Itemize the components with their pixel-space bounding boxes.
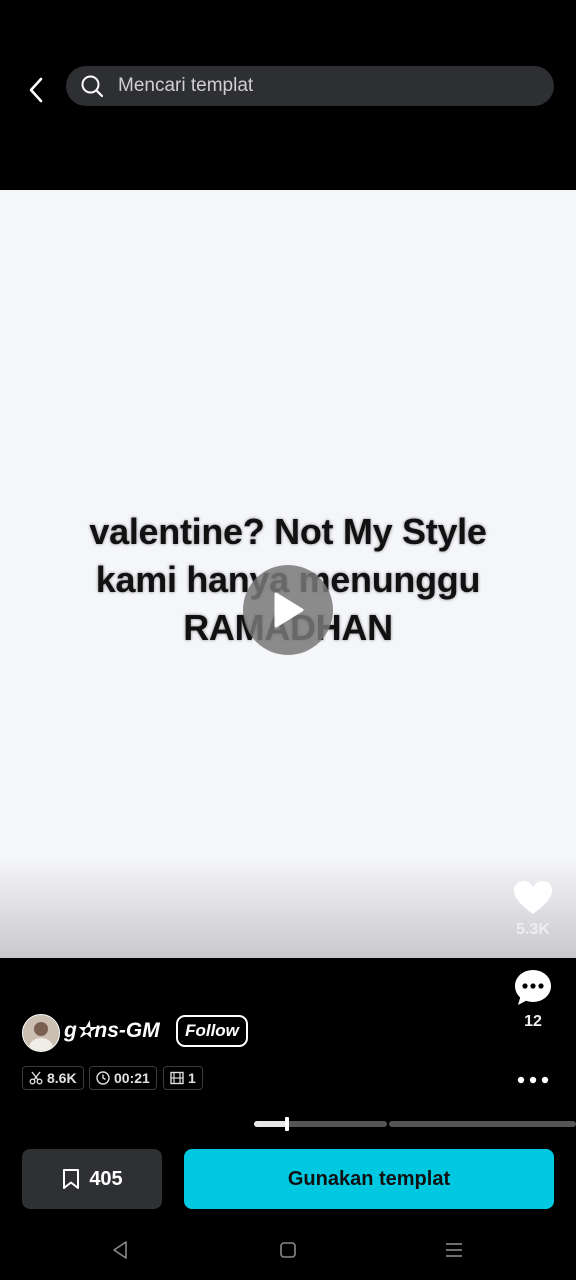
more-button[interactable] xyxy=(503,1068,563,1092)
author-name[interactable]: g✫ns-GM xyxy=(64,1018,160,1043)
follow-button[interactable]: Follow xyxy=(176,1015,248,1047)
progress-segment xyxy=(389,1121,576,1127)
nav-menu-icon xyxy=(446,1243,462,1257)
heart-icon xyxy=(514,881,552,914)
clips-count: 1 xyxy=(188,1070,196,1086)
video-preview[interactable]: valentine? Not My Style kami hanya menun… xyxy=(0,190,576,958)
progress-fill xyxy=(254,1121,287,1127)
uses-badge: 8.6K xyxy=(22,1066,84,1090)
clips-badge: 1 xyxy=(163,1066,203,1090)
back-icon xyxy=(29,77,43,103)
search-icon xyxy=(80,74,104,98)
save-button[interactable]: 405 xyxy=(22,1149,162,1209)
bookmark-icon xyxy=(63,1169,80,1189)
duration-value: 00:21 xyxy=(114,1070,150,1086)
comment-count: 12 xyxy=(524,1013,542,1030)
like-button[interactable]: 5.3K xyxy=(503,880,563,939)
uses-count: 8.6K xyxy=(47,1070,77,1086)
play-button[interactable] xyxy=(243,565,333,655)
like-count: 5.3K xyxy=(516,921,550,938)
nav-menu-button[interactable] xyxy=(442,1238,466,1262)
back-button[interactable] xyxy=(18,72,54,108)
film-icon xyxy=(170,1071,184,1085)
play-icon xyxy=(274,592,304,628)
search-input[interactable] xyxy=(116,74,520,98)
comment-icon xyxy=(515,970,551,1005)
more-icon xyxy=(517,1076,549,1084)
scissors-icon xyxy=(29,1071,43,1085)
nav-home-icon xyxy=(280,1242,296,1258)
nav-back-icon xyxy=(113,1241,127,1259)
nav-back-button[interactable] xyxy=(108,1238,132,1262)
save-count: 405 xyxy=(89,1167,123,1190)
avatar[interactable] xyxy=(22,1014,60,1052)
duration-badge: 00:21 xyxy=(89,1066,157,1090)
bottom-fade xyxy=(0,858,576,958)
search-bar[interactable] xyxy=(66,66,554,106)
video-progress[interactable] xyxy=(254,1117,576,1131)
caption-line: valentine? Not My Style xyxy=(89,511,487,552)
progress-handle[interactable] xyxy=(285,1117,289,1131)
clock-icon xyxy=(96,1071,110,1085)
nav-home-button[interactable] xyxy=(276,1238,300,1262)
comment-button[interactable]: 12 xyxy=(503,968,563,1031)
use-template-button[interactable]: Gunakan templat xyxy=(184,1149,554,1209)
avatar-image xyxy=(23,1015,59,1051)
